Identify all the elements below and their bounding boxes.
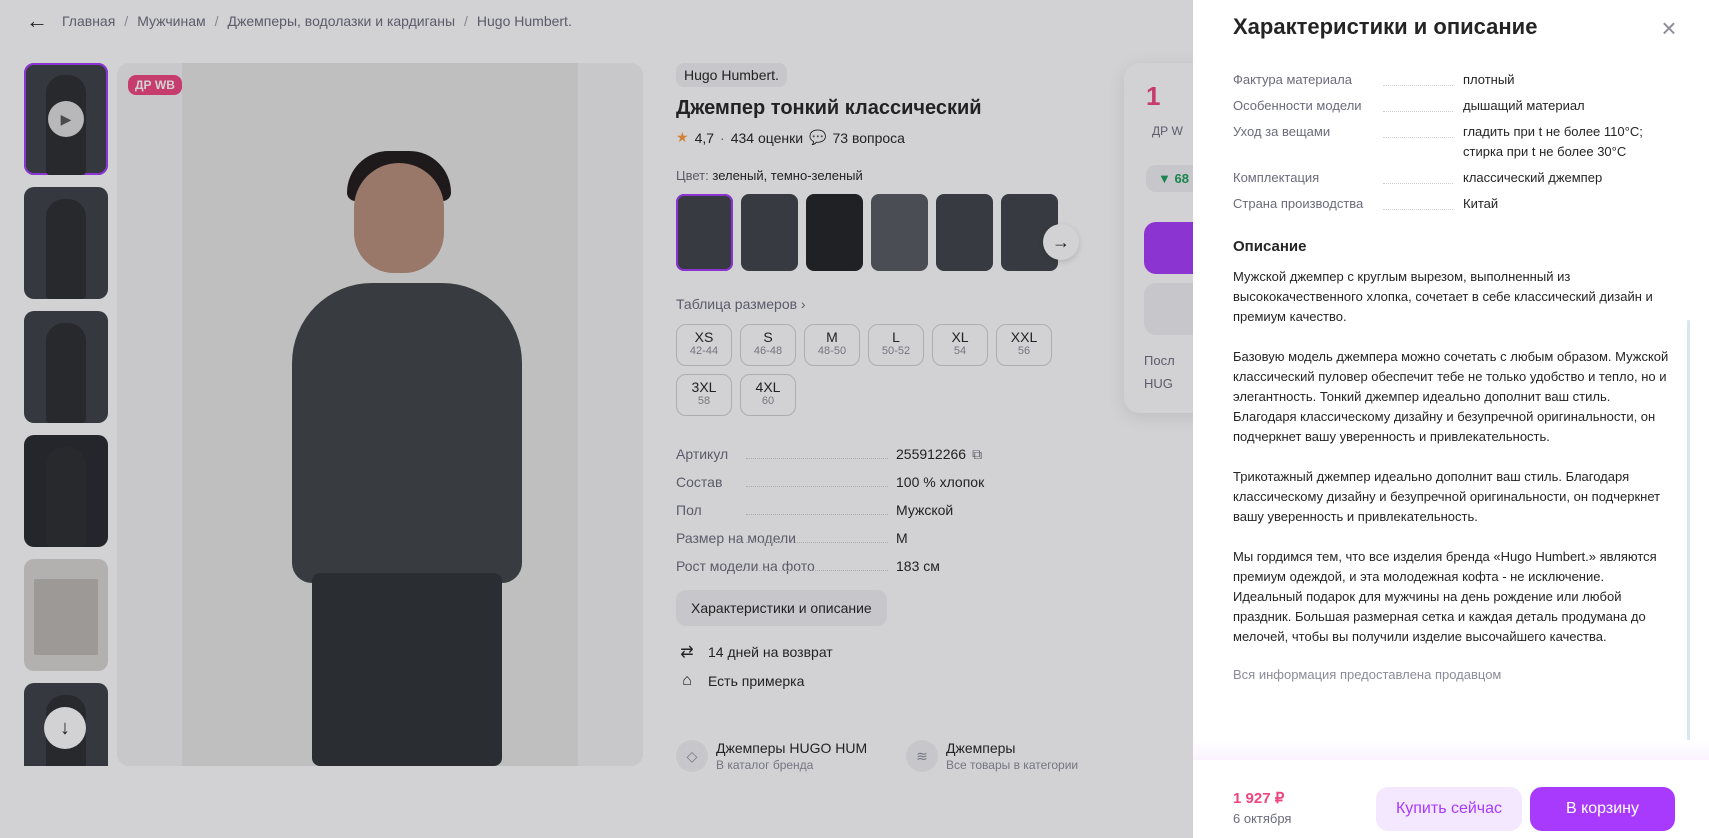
panel-spec-value: плотный — [1463, 72, 1515, 87]
panel-fade — [1193, 740, 1709, 760]
panel-spec-value: гладить при t не более 110°C; стирка при… — [1463, 124, 1643, 159]
footer-price: 1 927 ₽ — [1233, 790, 1285, 807]
panel-spec-row: Фактура материала плотный — [1233, 70, 1673, 90]
buy-now-button[interactable]: Купить сейчас — [1376, 787, 1522, 831]
panel-spec-key: Комплектация — [1233, 168, 1463, 188]
panel-content[interactable]: Фактура материала плотный Особенности мод… — [1233, 70, 1673, 754]
description-paragraph: Мы гордимся тем, что все изделия бренда … — [1233, 549, 1657, 644]
panel-scrollbar[interactable] — [1687, 320, 1690, 760]
panel-spec-value: дышащий материал — [1463, 98, 1585, 113]
description-paragraph: Трикотажный джемпер идеально дополнит ва… — [1233, 469, 1661, 524]
panel-spec-row: Уход за вещами гладить при t не более 110… — [1233, 122, 1673, 162]
add-to-cart-button[interactable]: В корзину — [1530, 787, 1675, 831]
characteristics-panel: Характеристики и описание × Фактура мате… — [1193, 0, 1709, 838]
panel-spec-value: Китай — [1463, 196, 1499, 211]
panel-spec-key: Страна производства — [1233, 194, 1463, 214]
close-icon[interactable]: × — [1655, 14, 1683, 42]
panel-spec-row: Страна производства Китай — [1233, 194, 1673, 214]
description-heading: Описание — [1233, 238, 1307, 255]
delivery-date: 6 октября — [1233, 811, 1292, 826]
description-paragraph: Базовую модель джемпера можно сочетать с… — [1233, 349, 1669, 444]
panel-spec-key: Фактура материала — [1233, 70, 1463, 90]
panel-spec-row: Особенности модели дышащий материал — [1233, 96, 1673, 116]
description-paragraph: Мужской джемпер с круглым вырезом, выпол… — [1233, 269, 1653, 324]
panel-footer: 1 927 ₽ 6 октября Купить сейчас В корзин… — [1193, 760, 1709, 838]
panel-title: Характеристики и описание — [1233, 14, 1538, 39]
panel-spec-key: Особенности модели — [1233, 96, 1463, 116]
vendor-note: Вся информация предоставлена продавцом — [1233, 667, 1502, 682]
panel-spec-key: Уход за вещами — [1233, 122, 1463, 162]
panel-spec-value: классический джемпер — [1463, 170, 1603, 185]
panel-spec-row: Комплектация классический джемпер — [1233, 168, 1673, 188]
